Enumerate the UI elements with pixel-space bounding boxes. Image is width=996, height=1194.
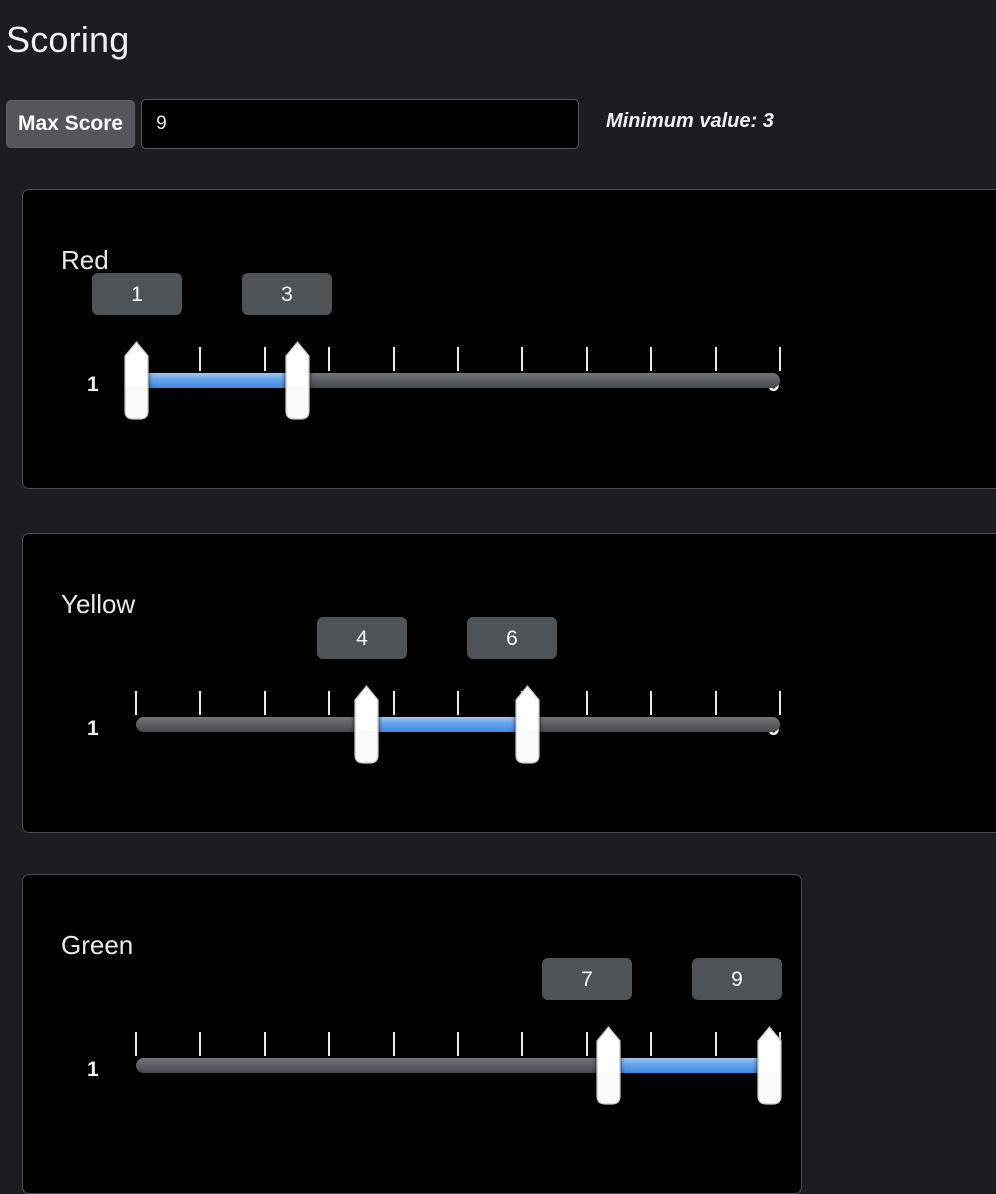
track-selected-range	[136, 373, 297, 388]
slider-red: 1 9 1 3	[23, 190, 996, 488]
scale-tick	[199, 691, 202, 715]
value-bubble-green-low[interactable]: 7	[542, 958, 632, 1000]
scale-tick	[199, 347, 202, 371]
max-score-label: Max Score	[6, 100, 136, 148]
slider-track-green[interactable]	[135, 1026, 782, 1105]
scale-tick	[328, 1032, 331, 1056]
slider-thumb-yellow-low[interactable]	[353, 685, 380, 765]
scale-tick	[779, 691, 781, 715]
scale-tick	[585, 1032, 588, 1056]
scale-tick	[457, 347, 459, 371]
scale-tick	[585, 691, 588, 715]
band-card-yellow: Yellow 1 9 4 6	[22, 533, 996, 833]
track-selected-range	[366, 717, 528, 732]
slider-thumb-red-high[interactable]	[284, 341, 311, 421]
scale-tick	[392, 691, 395, 715]
slider-track-yellow[interactable]	[135, 685, 781, 764]
slider-thumb-green-low[interactable]	[595, 1026, 622, 1106]
scale-tick	[650, 347, 653, 371]
scale-tick	[714, 691, 717, 715]
slider-min-label-red: 1	[87, 373, 99, 396]
minimum-value-note: Minimum value: 3	[606, 110, 774, 132]
scale-tick	[199, 1032, 202, 1056]
scale-tick	[714, 347, 717, 371]
value-bubble-red-high[interactable]: 3	[242, 273, 332, 315]
max-score-input[interactable]	[141, 99, 580, 149]
scale-tick	[135, 691, 137, 715]
slider-min-label-yellow: 1	[87, 717, 99, 740]
scale-tick	[714, 1032, 717, 1056]
scale-tick	[650, 691, 653, 715]
scoring-page: Scoring Max Score Minimum value: 3 Red 1…	[0, 0, 996, 1194]
max-score-row: Max Score	[6, 99, 580, 149]
scale-tick	[650, 1032, 653, 1056]
scale-tick	[328, 691, 331, 715]
scale-tick	[392, 1032, 395, 1056]
value-bubble-yellow-low[interactable]: 4	[317, 617, 407, 659]
band-card-red: Red 1 9 1 3	[22, 189, 996, 489]
scale-tick	[328, 347, 331, 371]
value-bubble-yellow-high[interactable]: 6	[467, 617, 557, 659]
scale-tick	[457, 691, 459, 715]
scale-tick	[263, 691, 266, 715]
scale-tick	[263, 1032, 266, 1056]
page-title: Scoring	[6, 19, 130, 60]
scale-tick	[392, 347, 395, 371]
value-bubble-red-low[interactable]: 1	[92, 273, 182, 315]
scale-tick	[585, 347, 588, 371]
slider-yellow: 1 9 4 6	[23, 534, 996, 832]
slider-thumb-green-high[interactable]	[756, 1026, 783, 1106]
slider-green: 1 9 7 9	[23, 875, 801, 1193]
slider-thumb-yellow-high[interactable]	[514, 685, 541, 765]
scale-tick	[135, 1032, 137, 1056]
track-selected-range	[608, 1058, 770, 1073]
scale-tick	[521, 1032, 524, 1056]
slider-thumb-red-low[interactable]	[123, 341, 150, 421]
slider-track-red[interactable]	[123, 341, 781, 420]
scale-tick	[779, 347, 781, 371]
slider-min-label-green: 1	[87, 1058, 99, 1081]
scale-tick	[457, 1032, 459, 1056]
scale-tick	[263, 347, 266, 371]
value-bubble-green-high[interactable]: 9	[692, 958, 782, 1000]
band-card-green: Green 1 9 7 9	[22, 874, 802, 1194]
scale-tick	[521, 347, 524, 371]
